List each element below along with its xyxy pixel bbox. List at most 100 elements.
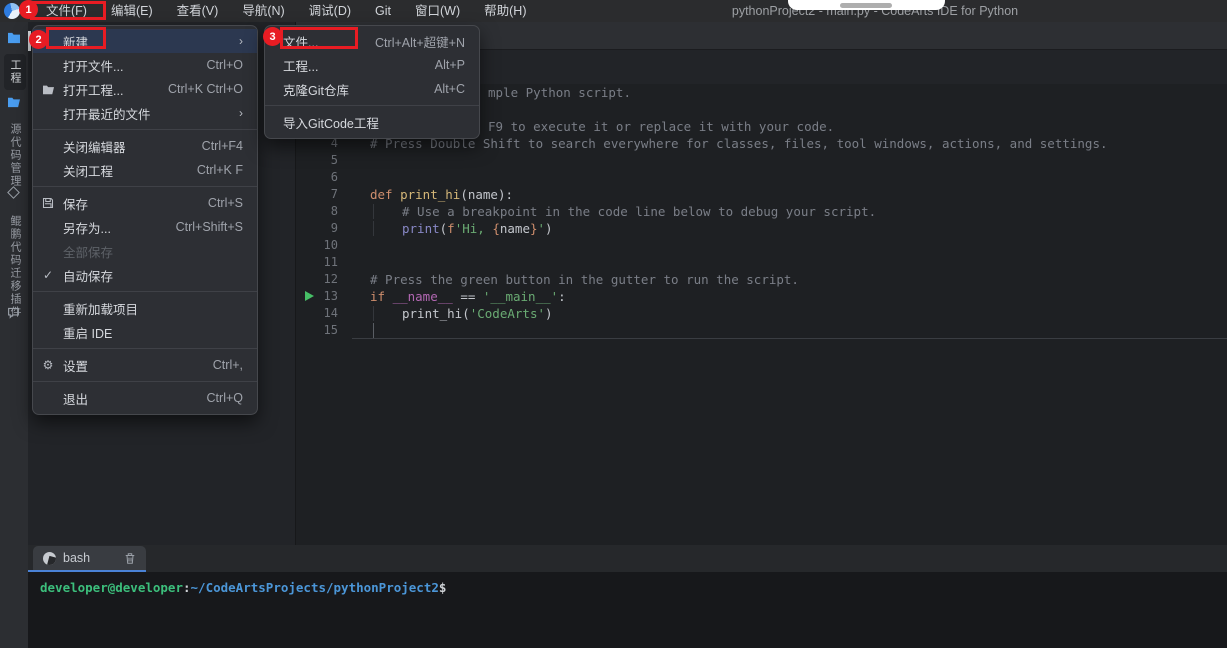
- terminal-tab-label: bash: [63, 551, 91, 565]
- code-line[interactable]: 14 print_hi('CodeArts'): [296, 305, 1227, 322]
- terminal[interactable]: developer@developer:~/CodeArtsProjects/p…: [0, 572, 1227, 648]
- menu-item-label: 工程...: [283, 59, 319, 74]
- menu-item[interactable]: 重新加载项目 ›: [33, 296, 257, 320]
- code-line[interactable]: 6: [296, 169, 1227, 186]
- menu-item[interactable]: 打开最近的文件 ›: [33, 101, 257, 125]
- terminal-tab-row: bash: [28, 545, 1227, 572]
- menu-item[interactable]: 关闭工程 Ctrl+K F ›: [33, 158, 257, 182]
- code-token: f: [447, 221, 455, 236]
- code-token: __name__: [392, 289, 453, 304]
- gear-icon: ⚙: [42, 358, 54, 372]
- code-token: ==: [452, 289, 483, 304]
- dialog-top-notch: [788, 0, 945, 10]
- menu-separator: [33, 348, 257, 349]
- menubar-item[interactable]: Git: [365, 0, 401, 22]
- menubar-item-label: Git: [375, 4, 392, 18]
- terminal-prompt: developer@developer:~/CodeArtsProjects/p…: [40, 580, 1227, 595]
- line-number: 7: [330, 187, 338, 201]
- check-icon: ✓: [42, 268, 54, 282]
- menu-item[interactable]: 导入GitCode工程 ›: [265, 110, 479, 134]
- folder-open-icon: [33, 84, 63, 95]
- code-line[interactable]: 5: [296, 152, 1227, 169]
- menu-item[interactable]: 退出 Ctrl+Q ›: [33, 386, 257, 410]
- menubar-item[interactable]: 查看(V): [167, 0, 229, 22]
- menu-item[interactable]: 关闭编辑器 Ctrl+F4 ›: [33, 134, 257, 158]
- code-text: print_hi('CodeArts'): [352, 305, 1227, 322]
- activity-bar: 工程 源代码管理 鲲鹏代码迁移插件: [0, 22, 28, 648]
- menubar-item-label: 窗口(W): [415, 4, 461, 18]
- code-text: if __name__ == '__main__':: [352, 288, 1227, 305]
- menu-item[interactable]: 全部保存 ›: [33, 239, 257, 263]
- menu-item-label: 自动保存: [63, 269, 114, 284]
- trash-icon[interactable]: [124, 552, 136, 565]
- prompt-colon: :: [183, 580, 191, 595]
- menu-item[interactable]: 另存为... Ctrl+Shift+S ›: [33, 215, 257, 239]
- prompt-path: ~/CodeArtsProjects/pythonProject2: [190, 580, 439, 595]
- menu-item[interactable]: 工程... Alt+P ›: [265, 53, 479, 77]
- folder-icon[interactable]: [7, 32, 21, 44]
- menu-item[interactable]: 打开文件... Ctrl+O ›: [33, 53, 257, 77]
- code-token: (name):: [460, 187, 514, 202]
- code-line[interactable]: 11: [296, 254, 1227, 271]
- chat-bubble-icon[interactable]: [7, 306, 20, 319]
- menu-item-label: 关闭工程: [63, 164, 114, 179]
- menu-item-shortcut: Ctrl+K Ctrl+O: [167, 82, 243, 96]
- code-text: mple Python script.: [352, 84, 1227, 101]
- code-token: print_hi(: [402, 306, 470, 321]
- folder-open-icon[interactable]: [7, 96, 21, 108]
- menu-item[interactable]: 重启 IDE ›: [33, 320, 257, 344]
- code-line[interactable]: 15: [296, 322, 1227, 339]
- menubar-item-label: 帮助(H): [484, 4, 527, 18]
- line-number: 11: [323, 255, 338, 269]
- menubar-item-label: 调试(D): [308, 4, 352, 18]
- menu-item[interactable]: 打开工程... Ctrl+K Ctrl+O ›: [33, 77, 257, 101]
- line-number: 9: [330, 221, 338, 235]
- menu-item-label: 设置: [63, 359, 89, 374]
- code-text: print(f'Hi, {name}'): [352, 220, 1227, 237]
- code-text: # Press Double Shift to search everywher…: [352, 135, 1227, 152]
- bash-icon: [43, 551, 56, 565]
- code-line[interactable]: 12 # Press the green button in the gutte…: [296, 271, 1227, 288]
- menu-item-shortcut: Ctrl+K F: [196, 163, 243, 177]
- menu-item[interactable]: 保存 Ctrl+S ›: [33, 191, 257, 215]
- line-number: 10: [323, 238, 338, 252]
- menu-item-shortcut: Ctrl+Shift+S: [175, 220, 243, 234]
- menu-item-label: 导入GitCode工程: [283, 116, 379, 131]
- terminal-tab-bash[interactable]: bash: [33, 546, 146, 570]
- prompt-dollar: $: [438, 580, 447, 595]
- run-button-icon[interactable]: [305, 291, 314, 301]
- menu-item-label: 重新加载项目: [63, 302, 139, 317]
- menubar-item[interactable]: 帮助(H): [474, 0, 536, 22]
- menu-item[interactable]: ⚙ 设置 Ctrl+, ›: [33, 353, 257, 377]
- code-token: # Press Double Shift to search everywher…: [370, 136, 1108, 151]
- sidebar-item-project[interactable]: 工程: [4, 54, 26, 90]
- menu-item[interactable]: 克隆Git仓库 Alt+C ›: [265, 77, 479, 101]
- code-line[interactable]: 9 print(f'Hi, {name}'): [296, 220, 1227, 237]
- menubar-item[interactable]: 调试(D): [299, 0, 361, 22]
- menu-item-shortcut: Ctrl+O: [206, 58, 243, 72]
- menubar-item[interactable]: 导航(N): [232, 0, 294, 22]
- menubar-item[interactable]: 窗口(W): [405, 0, 470, 22]
- menu-item-label: 克隆Git仓库: [283, 83, 349, 98]
- code-token: 'Hi,: [454, 221, 493, 236]
- code-text: def print_hi(name):: [352, 186, 1227, 203]
- line-number: 6: [330, 170, 338, 184]
- sidebar-item-source-control[interactable]: 源代码管理: [4, 118, 26, 193]
- menubar-item[interactable]: 编辑(E): [101, 0, 163, 22]
- code-text: [352, 322, 1227, 339]
- line-number: 5: [330, 153, 338, 167]
- annotation-box-new: [46, 27, 106, 49]
- code-line[interactable]: 10: [296, 237, 1227, 254]
- code-line[interactable]: 7 def print_hi(name):: [296, 186, 1227, 203]
- file-menu-dropdown: 新建 › 打开文件... Ctrl+O › 打开工程... Ctrl+K Ctr…: [32, 25, 258, 415]
- code-line[interactable]: 13 if __name__ == '__main__':: [296, 288, 1227, 305]
- menu-item[interactable]: ✓ 自动保存 ›: [33, 263, 257, 287]
- code-editor[interactable]: mple Python script. F9 to execute it or …: [296, 84, 1227, 545]
- code-token: ): [545, 306, 553, 321]
- code-line[interactable]: 8 # Use a breakpoint in the code line be…: [296, 203, 1227, 220]
